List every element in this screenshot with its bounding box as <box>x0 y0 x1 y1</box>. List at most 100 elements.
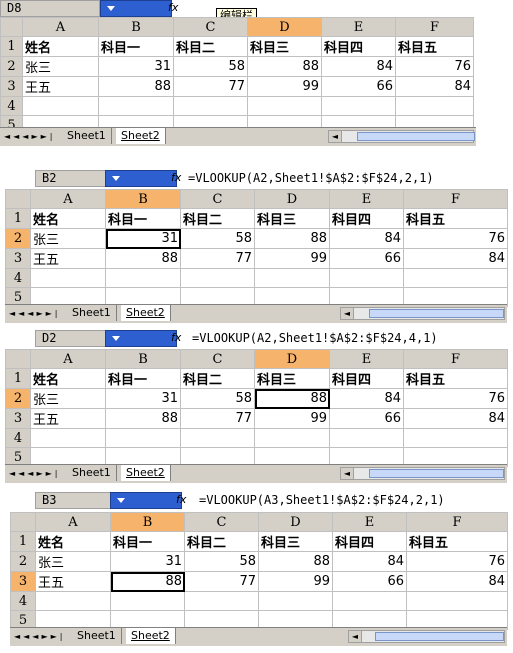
cell[interactable]: 58 <box>184 551 259 572</box>
cell[interactable]: 科目三 <box>258 531 333 552</box>
row-header-2[interactable]: 2 <box>5 388 31 409</box>
row-header-2[interactable]: 2 <box>10 551 36 572</box>
row-header-2[interactable]: 2 <box>5 228 31 249</box>
cell[interactable]: 科目五 <box>403 368 508 389</box>
row-header-4[interactable]: 4 <box>10 591 36 611</box>
formula-input[interactable]: =VLOOKUP(A3,Sheet1!$A$2:$F$24,2,1) <box>199 493 445 508</box>
column-header-e[interactable]: E <box>329 349 404 369</box>
cell[interactable]: 58 <box>173 56 248 77</box>
cell[interactable]: 84 <box>403 248 508 269</box>
cell[interactable]: 姓名 <box>22 36 99 57</box>
cell[interactable] <box>403 268 508 288</box>
cell[interactable]: 王五 <box>22 76 99 97</box>
column-header-d[interactable]: D <box>254 349 330 369</box>
column-header-a[interactable]: A <box>35 512 111 532</box>
tab-scroll-buttons[interactable]: ◄◄◄►►| <box>4 131 55 142</box>
cell[interactable]: 88 <box>254 228 330 249</box>
column-header-d[interactable]: D <box>254 189 330 209</box>
scroll-left-icon[interactable]: ◄ <box>329 131 342 142</box>
name-box[interactable]: D8 <box>0 0 100 17</box>
cell[interactable] <box>254 268 330 288</box>
name-box[interactable]: B2 <box>35 170 107 187</box>
cell[interactable]: 88 <box>258 551 333 572</box>
cell[interactable] <box>258 591 333 611</box>
tab-sheet1[interactable]: Sheet1 <box>67 465 117 481</box>
horizontal-scrollbar[interactable]: ◄ <box>340 307 505 320</box>
cell[interactable]: 姓名 <box>30 208 106 229</box>
cell[interactable] <box>180 268 255 288</box>
active-cell[interactable]: 88 <box>254 388 330 409</box>
cell[interactable]: 99 <box>258 571 333 592</box>
cell[interactable] <box>180 428 255 448</box>
cell[interactable] <box>30 268 106 288</box>
cell[interactable]: 31 <box>110 551 185 572</box>
horizontal-scrollbar[interactable]: ◄ <box>328 130 475 143</box>
cell[interactable]: 88 <box>105 408 181 429</box>
cell[interactable] <box>98 96 174 116</box>
cell[interactable] <box>403 428 508 448</box>
column-header-e[interactable]: E <box>332 512 407 532</box>
column-header-b[interactable]: B <box>98 17 174 37</box>
column-header-c[interactable]: C <box>173 17 248 37</box>
column-header-c[interactable]: C <box>184 512 259 532</box>
cell[interactable]: 科目一 <box>105 368 181 389</box>
select-all-corner[interactable] <box>10 512 36 532</box>
cell[interactable]: 58 <box>180 228 255 249</box>
row-header-3[interactable]: 3 <box>0 76 23 97</box>
cell[interactable]: 77 <box>184 571 259 592</box>
column-header-f[interactable]: F <box>406 512 508 532</box>
cell[interactable]: 姓名 <box>35 531 111 552</box>
cell[interactable] <box>321 96 396 116</box>
cell[interactable]: 66 <box>332 571 407 592</box>
cell[interactable]: 科目一 <box>105 208 181 229</box>
cell[interactable]: 王五 <box>30 408 106 429</box>
scroll-thumb[interactable] <box>375 632 504 641</box>
column-header-d[interactable]: D <box>247 17 322 37</box>
select-all-corner[interactable] <box>0 17 23 37</box>
cell[interactable]: 99 <box>254 408 330 429</box>
cell[interactable]: 88 <box>98 76 174 97</box>
cell[interactable]: 76 <box>403 228 508 249</box>
name-box-dropdown[interactable] <box>105 170 177 187</box>
name-box-dropdown[interactable] <box>100 0 172 17</box>
cell[interactable]: 77 <box>180 408 255 429</box>
tab-sheet1[interactable]: Sheet1 <box>72 628 122 644</box>
cell[interactable]: 99 <box>254 248 330 269</box>
cell[interactable] <box>35 591 111 611</box>
column-header-b[interactable]: B <box>105 349 181 369</box>
column-header-a[interactable]: A <box>30 189 106 209</box>
cell[interactable]: 88 <box>247 56 322 77</box>
column-header-a[interactable]: A <box>22 17 99 37</box>
cell[interactable]: 88 <box>105 248 181 269</box>
active-cell[interactable]: 31 <box>105 228 181 249</box>
cell[interactable] <box>22 96 99 116</box>
cell[interactable]: 31 <box>98 56 174 77</box>
cell[interactable]: 84 <box>403 408 508 429</box>
column-header-c[interactable]: C <box>180 189 255 209</box>
column-header-d[interactable]: D <box>258 512 333 532</box>
cell[interactable]: 84 <box>321 56 396 77</box>
active-cell[interactable]: 88 <box>110 571 185 592</box>
cell[interactable] <box>406 591 508 611</box>
cell[interactable]: 66 <box>321 76 396 97</box>
cell[interactable]: 张三 <box>30 228 106 249</box>
row-header-4[interactable]: 4 <box>5 268 31 288</box>
cell[interactable]: 王五 <box>30 248 106 269</box>
fx-icon[interactable]: fx <box>171 170 185 187</box>
cell[interactable]: 科目四 <box>329 368 404 389</box>
cell[interactable]: 科目二 <box>180 368 255 389</box>
cell[interactable]: 科目三 <box>254 368 330 389</box>
cell[interactable]: 科目一 <box>110 531 185 552</box>
cell[interactable]: 科目一 <box>98 36 174 57</box>
tab-sheet1[interactable]: Sheet1 <box>62 128 112 144</box>
cell[interactable]: 姓名 <box>30 368 106 389</box>
column-header-e[interactable]: E <box>329 189 404 209</box>
cell[interactable] <box>329 428 404 448</box>
row-header-2[interactable]: 2 <box>0 56 23 77</box>
column-header-b[interactable]: B <box>110 512 185 532</box>
column-header-f[interactable]: F <box>403 189 508 209</box>
row-header-1[interactable]: 1 <box>10 531 36 552</box>
scroll-left-icon[interactable]: ◄ <box>349 631 362 642</box>
row-header-4[interactable]: 4 <box>5 428 31 448</box>
cell[interactable]: 76 <box>395 56 474 77</box>
